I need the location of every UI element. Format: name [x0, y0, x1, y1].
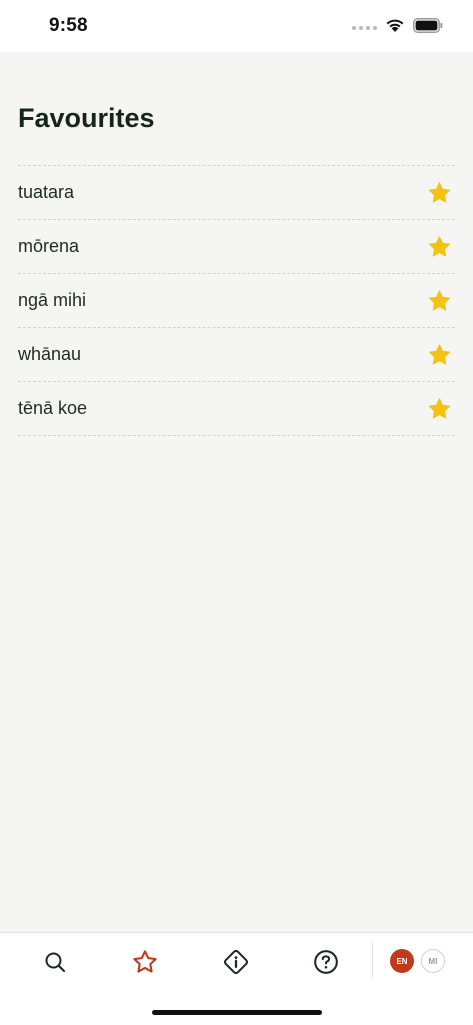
favourite-item[interactable]: whānau [18, 328, 455, 382]
tab-favourites[interactable] [130, 947, 160, 977]
favourite-word: whānau [18, 344, 82, 364]
status-time: 9:58 [49, 15, 88, 36]
tab-info[interactable] [221, 947, 251, 977]
wifi-icon [385, 17, 405, 38]
language-en-button[interactable]: EN [390, 949, 414, 973]
favourite-item[interactable]: mōrena [18, 220, 455, 274]
tab-bar: EN MI [0, 932, 473, 1025]
info-diamond-icon [223, 949, 249, 975]
favourites-page: Favourites tuatara mōrena ngā mihi whāna… [0, 52, 473, 932]
favourites-list: tuatara mōrena ngā mihi whānau tēnā koe [18, 165, 455, 436]
favourite-word: mōrena [18, 236, 80, 256]
favourite-item[interactable]: tēnā koe [18, 382, 455, 436]
tab-divider [372, 943, 373, 977]
star-filled-icon[interactable] [425, 179, 453, 207]
status-icons [352, 17, 443, 38]
help-circle-icon [314, 950, 338, 974]
star-filled-icon[interactable] [425, 233, 453, 261]
favourite-word: tuatara [18, 182, 75, 202]
favourite-item[interactable]: ngā mihi [18, 274, 455, 328]
tab-help[interactable] [311, 947, 341, 977]
star-outline-icon [133, 950, 157, 973]
favourite-word: tēnā koe [18, 398, 88, 418]
status-bar: 9:58 [0, 0, 473, 52]
tab-search[interactable] [40, 947, 70, 977]
page-title: Favourites [18, 103, 155, 133]
battery-icon [413, 17, 443, 38]
favourite-word: ngā mihi [18, 290, 87, 310]
star-filled-icon[interactable] [425, 341, 453, 369]
language-mi-button[interactable]: MI [421, 949, 445, 973]
home-indicator[interactable] [152, 1010, 322, 1015]
search-icon [45, 952, 66, 973]
cellular-signal-icon [352, 25, 377, 30]
favourite-item[interactable]: tuatara [18, 166, 455, 220]
star-filled-icon[interactable] [425, 395, 453, 423]
star-filled-icon[interactable] [425, 287, 453, 315]
